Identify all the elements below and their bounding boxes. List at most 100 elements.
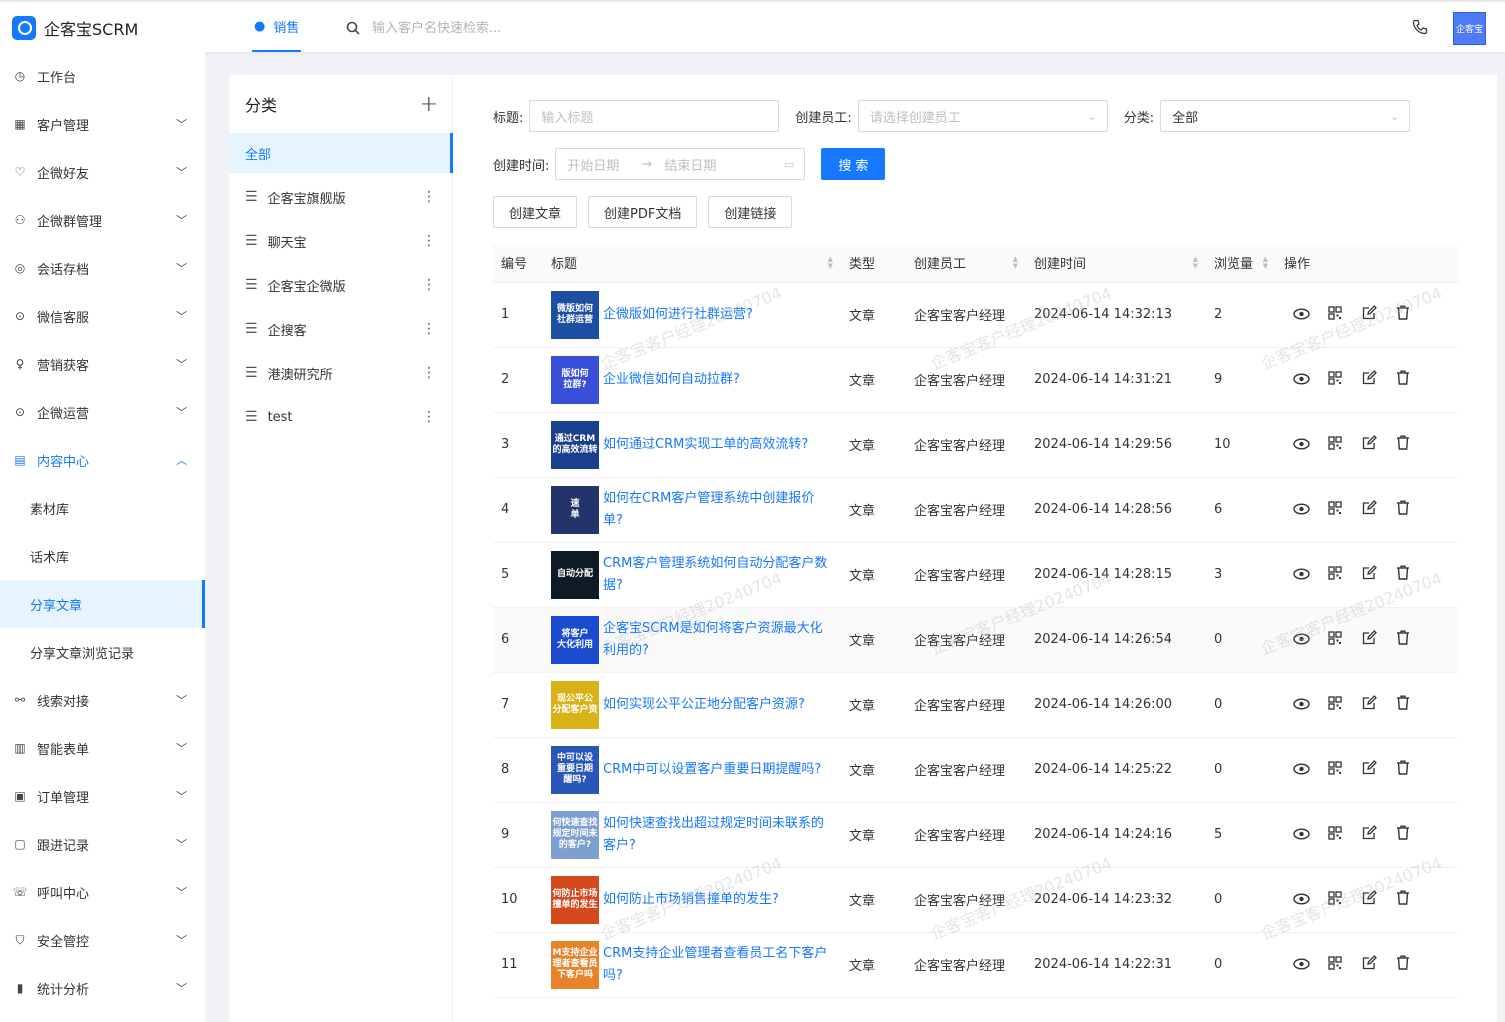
view-icon[interactable] (1284, 891, 1318, 909)
col-time[interactable]: 创建时间 ▲ ▼ (1026, 244, 1206, 283)
category-item[interactable]: ☰ 港澳研究所 ⋮ (229, 351, 452, 395)
end-date[interactable]: 结束日期 (664, 155, 716, 174)
article-title-link[interactable]: 如何在CRM客户管理系统中创建报价单? (603, 488, 831, 532)
date-range-picker[interactable]: 开始日期 → 结束日期 ▭ (555, 148, 806, 180)
article-title-link[interactable]: 企客宝SCRM是如何将客户资源最大化利用的? (603, 618, 831, 662)
search-button[interactable]: 搜索 (821, 148, 886, 180)
category-item[interactable]: ☰ 聊天宝 ⋮ (229, 219, 452, 263)
create-link-button[interactable]: 创建链接 (708, 196, 793, 228)
sidebar-item-b6[interactable]: ♀ 营销获客 ﹀ (0, 340, 205, 388)
delete-icon[interactable] (1386, 435, 1420, 454)
view-icon[interactable] (1284, 761, 1318, 779)
view-icon[interactable] (1284, 501, 1318, 519)
edit-icon[interactable] (1352, 695, 1386, 714)
article-title-link[interactable]: CRM支持企业管理者查看员工名下客户吗? (603, 943, 831, 987)
avatar[interactable]: 企客宝 (1453, 12, 1486, 45)
sort-icon[interactable]: ▲ ▼ (1193, 256, 1198, 270)
delete-icon[interactable] (1386, 695, 1420, 714)
edit-icon[interactable] (1352, 760, 1386, 779)
phone-icon[interactable] (1412, 19, 1428, 39)
view-icon[interactable] (1284, 956, 1318, 974)
qrcode-icon[interactable] (1318, 890, 1352, 909)
edit-icon[interactable] (1352, 565, 1386, 584)
sidebar-item-b0[interactable]: ◷ 工作台 (0, 52, 205, 100)
sort-icon[interactable]: ▲ ▼ (1263, 256, 1268, 270)
sidebar-subitem-2[interactable]: 分享文章 (0, 580, 205, 628)
view-icon[interactable] (1284, 306, 1318, 324)
title-filter-input[interactable]: 输入标题 (529, 100, 780, 132)
qrcode-icon[interactable] (1318, 630, 1352, 649)
delete-icon[interactable] (1386, 630, 1420, 649)
edit-icon[interactable] (1352, 630, 1386, 649)
delete-icon[interactable] (1386, 890, 1420, 909)
edit-icon[interactable] (1352, 955, 1386, 974)
sidebar-item-b1[interactable]: ▦ 客户管理 ﹀ (0, 100, 205, 148)
qrcode-icon[interactable] (1318, 370, 1352, 389)
edit-icon[interactable] (1352, 305, 1386, 324)
delete-icon[interactable] (1386, 565, 1420, 584)
sidebar-item-a4[interactable]: ☏ 呼叫中心 ﹀ (0, 868, 205, 916)
col-creator[interactable]: 创建员工 ▲ ▼ (906, 244, 1026, 283)
start-date[interactable]: 开始日期 (567, 155, 619, 174)
article-title-link[interactable]: 如何防止市场销售撞单的发生? (603, 889, 831, 911)
delete-icon[interactable] (1386, 760, 1420, 779)
sort-icon[interactable]: ▲ ▼ (1013, 256, 1018, 270)
view-icon[interactable] (1284, 436, 1318, 454)
logo[interactable]: 企客宝SCRM (12, 16, 138, 40)
sidebar-item-b5[interactable]: ⊙ 微信客服 ﹀ (0, 292, 205, 340)
category-item[interactable]: ☰ test ⋮ (229, 395, 452, 439)
qrcode-icon[interactable] (1318, 500, 1352, 519)
article-title-link[interactable]: CRM客户管理系统如何自动分配客户数据? (603, 553, 831, 597)
sidebar-subitem-1[interactable]: 话术库 (0, 532, 205, 580)
qrcode-icon[interactable] (1318, 760, 1352, 779)
sidebar-item-b3[interactable]: ⚇ 企微群管理 ﹀ (0, 196, 205, 244)
qrcode-icon[interactable] (1318, 305, 1352, 324)
delete-icon[interactable] (1386, 305, 1420, 324)
category-item[interactable]: ☰ 企客宝企微版 ⋮ (229, 263, 452, 307)
more-icon[interactable]: ⋮ (422, 321, 436, 337)
sidebar-item-b2[interactable]: ♡ 企微好友 ﹀ (0, 148, 205, 196)
more-icon[interactable]: ⋮ (422, 233, 436, 249)
category-item[interactable]: ☰ 企搜客 ⋮ (229, 307, 452, 351)
qrcode-icon[interactable] (1318, 955, 1352, 974)
create-pdf-button[interactable]: 创建PDF文档 (588, 196, 698, 228)
sidebar-item-b4[interactable]: ◎ 会话存档 ﹀ (0, 244, 205, 292)
sidebar-item-a0[interactable]: ⚯ 线索对接 ﹀ (0, 676, 205, 724)
sidebar-item-a1[interactable]: ▥ 智能表单 ﹀ (0, 724, 205, 772)
qrcode-icon[interactable] (1318, 695, 1352, 714)
article-title-link[interactable]: 如何实现公平公正地分配客户资源? (603, 694, 831, 716)
edit-icon[interactable] (1352, 370, 1386, 389)
col-title[interactable]: 标题 ▲ ▼ (543, 244, 841, 283)
sidebar-item-a6[interactable]: ▮ 统计分析 ﹀ (0, 964, 205, 1012)
create-article-button[interactable]: 创建文章 (493, 196, 578, 228)
view-icon[interactable] (1284, 371, 1318, 389)
article-title-link[interactable]: 如何通过CRM实现工单的高效流转? (603, 434, 831, 456)
more-icon[interactable]: ⋮ (422, 277, 436, 293)
delete-icon[interactable] (1386, 500, 1420, 519)
customer-search-input[interactable] (372, 20, 632, 36)
view-icon[interactable] (1284, 566, 1318, 584)
sidebar-item-b8[interactable]: ▤ 内容中心 ︿ (0, 436, 205, 484)
qrcode-icon[interactable] (1318, 565, 1352, 584)
more-icon[interactable]: ⋮ (422, 409, 436, 425)
delete-icon[interactable] (1386, 955, 1420, 974)
category-all[interactable]: 全部 (229, 133, 453, 173)
qrcode-icon[interactable] (1318, 825, 1352, 844)
sidebar-subitem-3[interactable]: 分享文章浏览记录 (0, 628, 205, 676)
creator-select[interactable]: 请选择创建员工 ⌄ (857, 100, 1108, 132)
more-icon[interactable]: ⋮ (422, 189, 436, 205)
edit-icon[interactable] (1352, 435, 1386, 454)
sidebar-item-a3[interactable]: ▢ 跟进记录 ﹀ (0, 820, 205, 868)
edit-icon[interactable] (1352, 890, 1386, 909)
delete-icon[interactable] (1386, 825, 1420, 844)
sidebar-item-a2[interactable]: ▣ 订单管理 ﹀ (0, 772, 205, 820)
view-icon[interactable] (1284, 631, 1318, 649)
article-title-link[interactable]: CRM中可以设置客户重要日期提醒吗? (603, 759, 831, 781)
sidebar-item-b7[interactable]: ⊙ 企微运营 ﹀ (0, 388, 205, 436)
col-views[interactable]: 浏览量 ▲ ▼ (1206, 244, 1276, 283)
sidebar-subitem-0[interactable]: 素材库 (0, 484, 205, 532)
delete-icon[interactable] (1386, 370, 1420, 389)
view-icon[interactable] (1284, 826, 1318, 844)
category-item[interactable]: ☰ 企客宝旗舰版 ⋮ (229, 175, 452, 219)
tab-sales[interactable]: ● 销售 (252, 2, 302, 52)
